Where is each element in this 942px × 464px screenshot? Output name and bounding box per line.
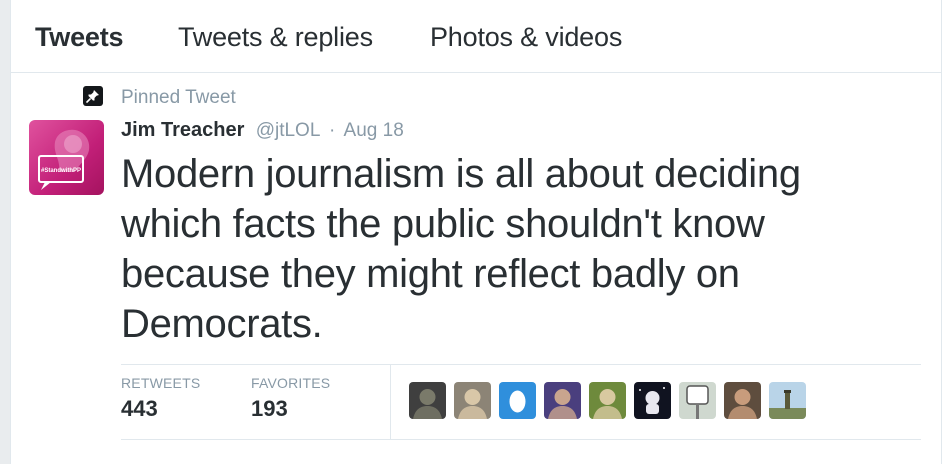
favoriter-avatar-lighthouse[interactable] bbox=[769, 382, 806, 419]
tweet-header: Jim Treacher @jtLOL · Aug 18 bbox=[121, 119, 404, 142]
separator-dot: · bbox=[328, 120, 336, 141]
avatar[interactable]: #StandwithPP bbox=[29, 120, 104, 195]
favoriter-avatar-man-glasses[interactable] bbox=[544, 382, 581, 419]
pinned-tweet-label: Pinned Tweet bbox=[121, 87, 236, 108]
favoriter-avatar-portrait-painting[interactable] bbox=[454, 382, 491, 419]
retweets-stat[interactable]: RETWEETS 443 bbox=[121, 375, 200, 422]
favoriter-avatar-dog[interactable] bbox=[409, 382, 446, 419]
tweet-text: Modern journalism is all about deciding … bbox=[121, 152, 801, 346]
favorites-stat[interactable]: FAVORITES 193 bbox=[251, 375, 330, 422]
tab-tweets-and-replies[interactable]: Tweets & replies bbox=[178, 22, 373, 53]
author-fullname[interactable]: Jim Treacher bbox=[121, 119, 244, 141]
retweets-label: RETWEETS bbox=[121, 375, 201, 391]
favorites-label: FAVORITES bbox=[251, 375, 331, 391]
retweets-count: 443 bbox=[121, 396, 158, 421]
avatar-badge-text: #StandwithPP bbox=[41, 168, 81, 174]
favoriter-avatar-presenter[interactable] bbox=[589, 382, 626, 419]
tweet-timestamp[interactable]: Aug 18 bbox=[344, 120, 404, 141]
tab-photos-and-videos[interactable]: Photos & videos bbox=[430, 22, 622, 53]
tab-tweets[interactable]: Tweets bbox=[35, 22, 124, 53]
favoriter-avatar-woman[interactable] bbox=[724, 382, 761, 419]
profile-tabs: Tweets Tweets & replies Photos & videos bbox=[11, 0, 941, 73]
favorites-count: 193 bbox=[251, 396, 288, 421]
pin-icon bbox=[83, 86, 103, 106]
tweet-stats: RETWEETS 443 FAVORITES 193 bbox=[121, 364, 921, 440]
profile-timeline-card: Tweets Tweets & replies Photos & videos … bbox=[10, 0, 942, 464]
favoriter-avatar-road-sign[interactable] bbox=[679, 382, 716, 419]
stats-divider bbox=[390, 365, 391, 439]
favoriter-avatar-astronaut[interactable] bbox=[634, 382, 671, 419]
author-screen-name[interactable]: @jtLOL bbox=[256, 120, 320, 141]
favoriter-avatar-egg[interactable] bbox=[499, 382, 536, 419]
